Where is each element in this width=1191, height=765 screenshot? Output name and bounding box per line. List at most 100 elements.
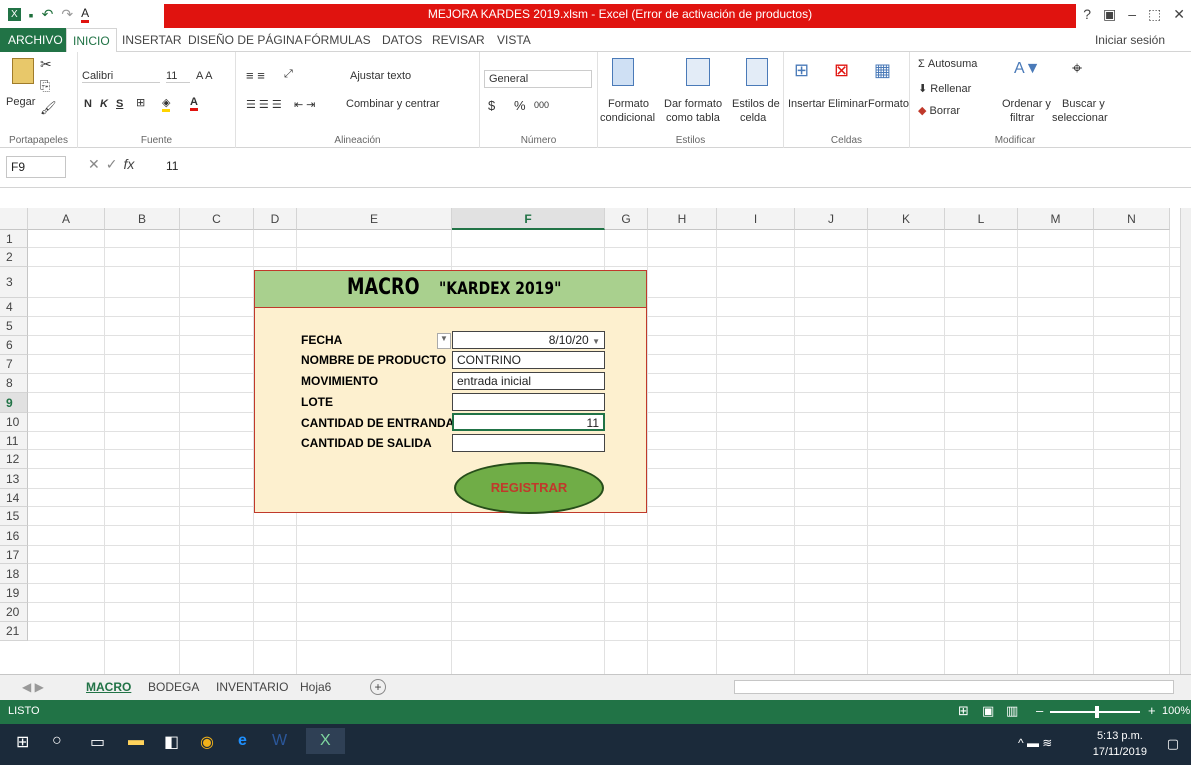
- column-header-i[interactable]: I: [717, 208, 795, 230]
- delete-button[interactable]: Eliminar: [828, 98, 868, 110]
- format-painter-icon[interactable]: 🖌: [40, 100, 57, 116]
- font-color-button[interactable]: A: [190, 96, 198, 111]
- redo-icon[interactable]: ↷: [61, 6, 73, 23]
- wrap-text-button[interactable]: Ajustar texto: [350, 70, 411, 82]
- paste-button[interactable]: Pegar: [6, 96, 35, 108]
- row-header-5[interactable]: 5: [0, 317, 28, 336]
- name-box[interactable]: F9: [6, 156, 66, 178]
- row-header-7[interactable]: 7: [0, 355, 28, 374]
- align-left-icon[interactable]: ☰ ☰ ☰: [246, 98, 282, 111]
- tab-revisar[interactable]: REVISAR: [432, 33, 485, 47]
- row-header-16[interactable]: 16: [0, 526, 28, 546]
- tab-inicio[interactable]: INICIO: [66, 28, 117, 53]
- row-header-14[interactable]: 14: [0, 489, 28, 507]
- percent-button[interactable]: %: [514, 98, 526, 113]
- undo-icon[interactable]: ↶: [42, 6, 54, 23]
- column-header-c[interactable]: C: [180, 208, 254, 230]
- tab-formulas[interactable]: FÓRMULAS: [304, 33, 371, 47]
- chrome-icon[interactable]: ◉: [200, 732, 214, 752]
- row-header-10[interactable]: 10: [0, 413, 28, 432]
- cell-styles-button[interactable]: Estilos de: [732, 98, 780, 110]
- sheet-tab-hoja6[interactable]: Hoja6: [300, 680, 331, 694]
- find-select-button[interactable]: Buscar y: [1062, 98, 1105, 110]
- clock[interactable]: 5:13 p.m. 17/11/2019: [1093, 728, 1147, 760]
- salida-field[interactable]: [452, 434, 605, 452]
- fill-button[interactable]: ⬇ Rellenar: [918, 82, 971, 95]
- entrada-field[interactable]: 11: [452, 413, 605, 431]
- tab-vista[interactable]: VISTA: [497, 33, 531, 47]
- horizontal-scrollbar[interactable]: [734, 680, 1174, 694]
- excel-taskbar-icon[interactable]: X: [306, 728, 345, 754]
- zoom-out-icon[interactable]: –: [1036, 703, 1043, 718]
- tab-diseno[interactable]: DISEÑO DE PÁGINA: [188, 33, 303, 47]
- sheet-tab-bodega[interactable]: BODEGA: [148, 680, 199, 694]
- format-button[interactable]: Formato: [868, 98, 909, 110]
- row-header-19[interactable]: 19: [0, 584, 28, 603]
- lote-field[interactable]: [452, 393, 605, 411]
- search-icon[interactable]: ○: [52, 732, 62, 750]
- producto-field[interactable]: CONTRINO: [452, 351, 605, 369]
- row-header-17[interactable]: 17: [0, 546, 28, 564]
- cut-icon[interactable]: ✂: [40, 56, 52, 73]
- movimiento-field[interactable]: entrada inicial: [452, 372, 605, 390]
- paste-icon[interactable]: [12, 58, 34, 84]
- row-header-21[interactable]: 21: [0, 622, 28, 641]
- row-header-9[interactable]: 9: [0, 393, 28, 413]
- registrar-button[interactable]: REGISTRAR: [454, 462, 604, 514]
- formula-input[interactable]: 11: [162, 156, 182, 178]
- row-header-18[interactable]: 18: [0, 564, 28, 584]
- column-header-g[interactable]: G: [605, 208, 648, 230]
- font-name-select[interactable]: Calibri: [82, 70, 160, 83]
- fx-icon[interactable]: fx: [123, 156, 134, 172]
- tab-datos[interactable]: DATOS: [382, 33, 422, 47]
- zoom-in-icon[interactable]: +: [1148, 703, 1156, 718]
- row-header-1[interactable]: 1: [0, 230, 28, 248]
- add-sheet-icon[interactable]: +: [370, 679, 386, 695]
- cancel-icon[interactable]: ✕: [88, 156, 106, 172]
- borders-icon[interactable]: ⊞: [136, 96, 145, 109]
- column-header-h[interactable]: H: [648, 208, 717, 230]
- row-header-8[interactable]: 8: [0, 374, 28, 393]
- column-header-b[interactable]: B: [105, 208, 180, 230]
- tab-insertar[interactable]: INSERTAR: [122, 33, 182, 47]
- edge-icon[interactable]: e: [238, 732, 247, 750]
- windows-start-icon[interactable]: ⊞: [16, 732, 29, 752]
- sort-filter-button[interactable]: Ordenar y: [1002, 98, 1051, 110]
- minimize-icon[interactable]: –: [1128, 6, 1136, 23]
- row-header-2[interactable]: 2: [0, 248, 28, 267]
- prev-sheet-icon[interactable]: ◀ ▶: [22, 680, 44, 694]
- column-header-l[interactable]: L: [945, 208, 1018, 230]
- orientation-icon[interactable]: ⤢: [284, 68, 293, 81]
- column-header-m[interactable]: M: [1018, 208, 1094, 230]
- row-header-12[interactable]: 12: [0, 450, 28, 469]
- row-header-6[interactable]: 6: [0, 336, 28, 355]
- enter-icon[interactable]: ✓: [106, 156, 124, 172]
- zoom-thumb[interactable]: [1095, 706, 1099, 718]
- vertical-scrollbar[interactable]: [1180, 208, 1191, 674]
- word-icon[interactable]: W: [272, 732, 287, 750]
- task-view-icon[interactable]: ▭: [90, 732, 105, 752]
- row-header-15[interactable]: 15: [0, 507, 28, 526]
- currency-button[interactable]: $: [488, 98, 495, 113]
- sign-in-link[interactable]: Iniciar sesión: [1095, 33, 1165, 47]
- page-layout-icon[interactable]: ▣: [982, 703, 994, 719]
- font-color-icon[interactable]: A: [81, 6, 90, 23]
- font-size-select[interactable]: 11: [166, 70, 190, 83]
- row-header-3[interactable]: 3: [0, 267, 28, 298]
- ribbon-display-icon[interactable]: ▣: [1103, 6, 1116, 23]
- column-header-d[interactable]: D: [254, 208, 297, 230]
- column-header-a[interactable]: A: [28, 208, 105, 230]
- format-table-button[interactable]: Dar formato: [664, 98, 722, 110]
- thousands-button[interactable]: 000: [534, 100, 549, 110]
- restore-icon[interactable]: ⬚: [1148, 6, 1161, 23]
- row-header-20[interactable]: 20: [0, 603, 28, 622]
- insert-button[interactable]: Insertar: [788, 98, 825, 110]
- align-top-icon[interactable]: ≡ ≡: [246, 68, 265, 83]
- store-icon[interactable]: ◧: [164, 732, 179, 752]
- merge-center-button[interactable]: Combinar y centrar: [346, 98, 440, 110]
- fecha-field[interactable]: 8/10/20 ▼: [452, 331, 605, 349]
- column-header-j[interactable]: J: [795, 208, 868, 230]
- notifications-icon[interactable]: ▢: [1167, 736, 1179, 752]
- column-header-f[interactable]: F: [452, 208, 605, 230]
- column-header-n[interactable]: N: [1094, 208, 1170, 230]
